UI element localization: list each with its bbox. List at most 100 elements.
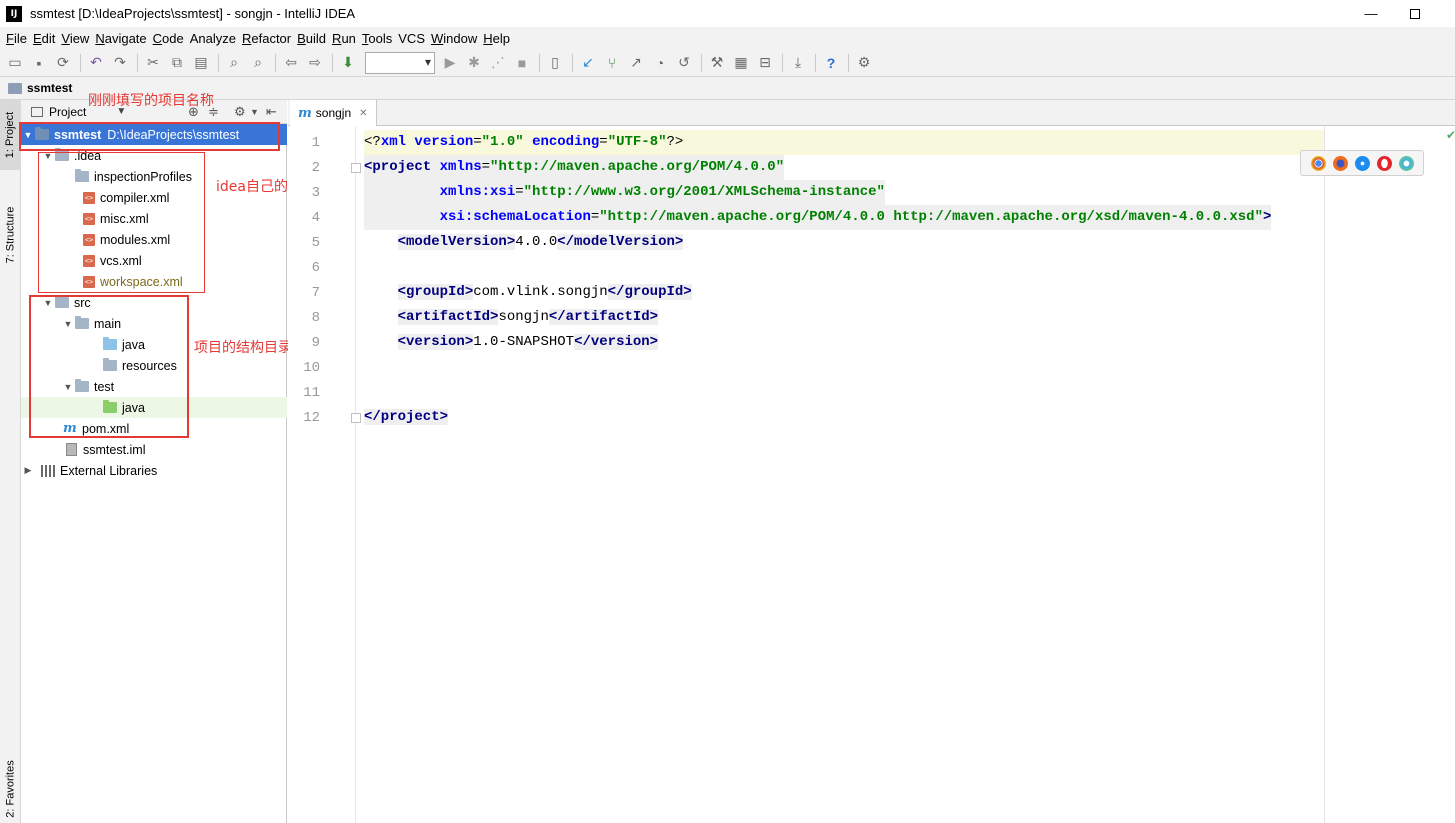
build-icon[interactable]: ⬇ (337, 52, 359, 74)
menu-item-window[interactable]: Window (429, 31, 481, 46)
tree-label: compiler.xml (100, 190, 170, 205)
resources-folder-icon (103, 358, 117, 371)
tree-row-project-root[interactable]: ▼ ssmtest D:\IdeaProjects\ssmtest (21, 124, 287, 145)
menu-item-view[interactable]: View (59, 31, 93, 46)
menu-item-navigate[interactable]: Navigate (93, 31, 150, 46)
ie-icon[interactable] (1398, 155, 1414, 171)
tree-row[interactable]: java (21, 397, 287, 418)
run-config-combo[interactable] (365, 51, 435, 74)
vcs-history-icon[interactable]: ◔ (649, 52, 671, 74)
chevron-down-icon[interactable]: ▼ (250, 107, 259, 117)
project-panel: Project ▼ ⊕ ≑ ⚙ ▼ ⇤ ▼ ssmtest D:\IdeaPro… (21, 100, 287, 823)
project-view-selector[interactable]: Project (49, 105, 86, 119)
chevron-right-icon[interactable]: ▶ (21, 465, 35, 476)
vcs-update-icon[interactable]: ↙ (577, 52, 599, 74)
fold-marker[interactable] (351, 163, 361, 173)
find-icon[interactable]: ⌕ (223, 52, 245, 74)
download-icon[interactable]: ⤓ (787, 52, 809, 74)
tool-window-favorites-tab[interactable]: 2: Favorites (0, 755, 21, 823)
project-structure-icon[interactable]: ▦ (730, 52, 752, 74)
replace-icon[interactable]: ⌕ (247, 52, 269, 74)
hide-panel-icon[interactable]: ⇤ (266, 104, 277, 120)
open-icon[interactable]: ▭ (4, 52, 26, 74)
module-folder-icon (35, 127, 49, 140)
menu-item-refactor[interactable]: Refactor (240, 31, 295, 46)
menu-item-help[interactable]: Help (481, 31, 514, 46)
tree-row[interactable]: resources (21, 355, 287, 376)
title-bar: IJ ssmtest [D:\IdeaProjects\ssmtest] - s… (0, 0, 1455, 27)
opera-icon[interactable] (1376, 155, 1392, 171)
close-icon[interactable]: ✕ (359, 108, 367, 119)
vcs-compare-icon[interactable]: ↗ (625, 52, 647, 74)
line-number: 7 (311, 285, 320, 301)
chevron-down-icon[interactable]: ▼ (41, 151, 55, 161)
tree-row[interactable]: <> vcs.xml (21, 250, 287, 271)
plugin-icon[interactable]: ⚙ (853, 52, 875, 74)
cut-icon[interactable]: ✂ (142, 52, 164, 74)
tree-label: modules.xml (100, 232, 171, 247)
redo-icon[interactable]: ↷ (109, 52, 131, 74)
code-token: </artifactId> (548, 309, 659, 325)
safari-icon[interactable] (1354, 155, 1370, 171)
fold-marker[interactable] (351, 413, 361, 423)
maximize-button[interactable] (1392, 0, 1438, 27)
line-number: 5 (311, 235, 320, 251)
tree-row[interactable]: <> misc.xml (21, 208, 287, 229)
paste-icon[interactable]: ▤ (190, 52, 212, 74)
tree-row[interactable]: m pom.xml (21, 418, 287, 439)
tree-row[interactable]: <> modules.xml (21, 229, 287, 250)
gear-icon[interactable]: ⚙ (234, 104, 246, 120)
breadcrumb[interactable]: ssmtest (27, 81, 72, 95)
tree-row[interactable]: ▼ src (21, 292, 287, 313)
tree-row[interactable]: ▼ test (21, 376, 287, 397)
settings-icon[interactable]: ⚒ (706, 52, 728, 74)
code-token: 1.0-SNAPSHOT (473, 334, 575, 350)
sync-icon[interactable]: ⟳ (52, 52, 74, 74)
tree-label: workspace.xml (100, 274, 183, 289)
menu-item-edit[interactable]: Edit (31, 31, 59, 46)
editor: m songjn ✕ 1 2 3 4 5 6 7 8 9 10 11 12 <?… (288, 100, 1455, 823)
menu-item-run[interactable]: Run (330, 31, 360, 46)
help-icon[interactable]: ? (820, 52, 842, 74)
menu-item-tools[interactable]: Tools (360, 31, 396, 46)
forward-icon[interactable]: ⇨ (304, 52, 326, 74)
menu-item-analyze[interactable]: Analyze (188, 31, 240, 46)
save-icon[interactable]: ▪ (28, 52, 50, 74)
sdk-icon[interactable]: ⊟ (754, 52, 776, 74)
code-token: "http://maven.apache.org/POM/4.0.0" (490, 159, 785, 175)
coverage-icon[interactable]: ⋰ (487, 52, 509, 74)
chevron-down-icon[interactable]: ▼ (61, 319, 75, 329)
inspection-ok-icon[interactable]: ✔ (1446, 128, 1455, 142)
undo-icon[interactable]: ↶ (85, 52, 107, 74)
stop-icon[interactable]: ■ (511, 52, 533, 74)
run-icon[interactable]: ▶ (439, 52, 461, 74)
tree-row[interactable]: ssmtest.iml (21, 439, 287, 460)
chrome-icon[interactable] (1310, 155, 1326, 171)
chevron-down-icon[interactable]: ▼ (41, 298, 55, 308)
menu-item-code[interactable]: Code (151, 31, 188, 46)
debug-icon[interactable]: ✱ (463, 52, 485, 74)
firefox-icon[interactable] (1332, 155, 1348, 171)
vcs-revert-icon[interactable]: ↺ (673, 52, 695, 74)
chevron-down-icon[interactable]: ▼ (61, 382, 75, 392)
chevron-down-icon[interactable]: ▼ (21, 130, 35, 140)
menu-item-build[interactable]: Build (295, 31, 330, 46)
tree-row[interactable]: <> workspace.xml (21, 271, 287, 292)
menu-item-file[interactable]: File (4, 31, 31, 46)
tree-row[interactable]: ▼ .idea (21, 145, 287, 166)
vcs-commit-icon[interactable]: ⑂ (601, 52, 623, 74)
attach-icon[interactable]: ▯ (544, 52, 566, 74)
menu-mnemonic: V (61, 30, 70, 46)
menu-item-vcs[interactable]: VCS (396, 31, 429, 46)
tab-songjn[interactable]: m songjn ✕ (290, 100, 377, 126)
folder-icon (75, 316, 89, 329)
tree-row[interactable]: ▶ External Libraries (21, 460, 287, 481)
minimize-button[interactable]: — (1348, 0, 1394, 27)
back-icon[interactable]: ⇦ (280, 52, 302, 74)
tool-window-project-tab[interactable]: 1: Project (0, 100, 21, 170)
copy-icon[interactable]: ⧉ (166, 52, 188, 74)
xml-file-icon: <> (83, 191, 95, 204)
tool-window-structure-tab[interactable]: 7: Structure (0, 195, 21, 275)
tree-row[interactable]: ▼ main (21, 313, 287, 334)
